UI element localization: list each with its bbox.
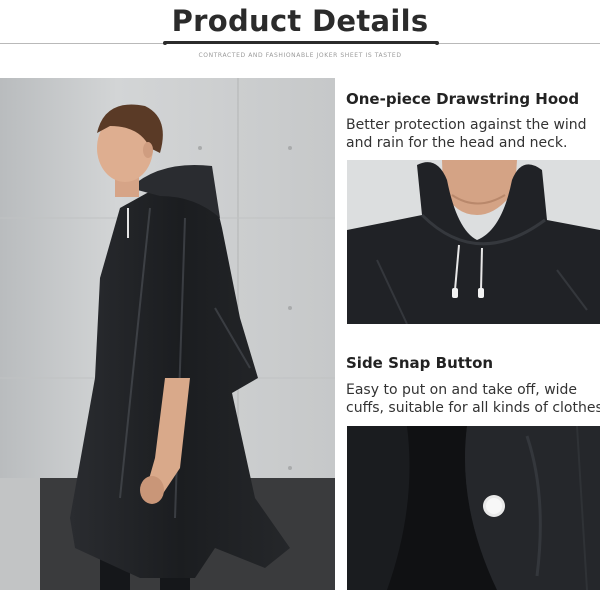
feature-desc-hood-line1: Better protection against the wind	[346, 117, 587, 133]
hood-detail-photo	[347, 160, 600, 324]
tagline: CONTRACTED AND FASHIONABLE JOKER SHEET I…	[198, 52, 402, 59]
page-title: Product Details	[171, 4, 429, 38]
feature-desc-snap-line2: cuffs, suitable for all kinds of clothes	[346, 400, 600, 416]
feature-title-hood: One-piece Drawstring Hood	[346, 90, 580, 108]
main-product-photo	[0, 78, 335, 590]
underline-dot-right	[435, 41, 439, 45]
title-underline	[165, 41, 437, 44]
feature-desc-hood-line2: and rain for the head and neck.	[346, 135, 568, 151]
feature-title-snap: Side Snap Button	[346, 354, 494, 372]
underline-dot-left	[163, 41, 167, 45]
snap-button-detail-photo	[347, 426, 600, 590]
feature-desc-snap-line1: Easy to put on and take off, wide	[346, 382, 578, 398]
